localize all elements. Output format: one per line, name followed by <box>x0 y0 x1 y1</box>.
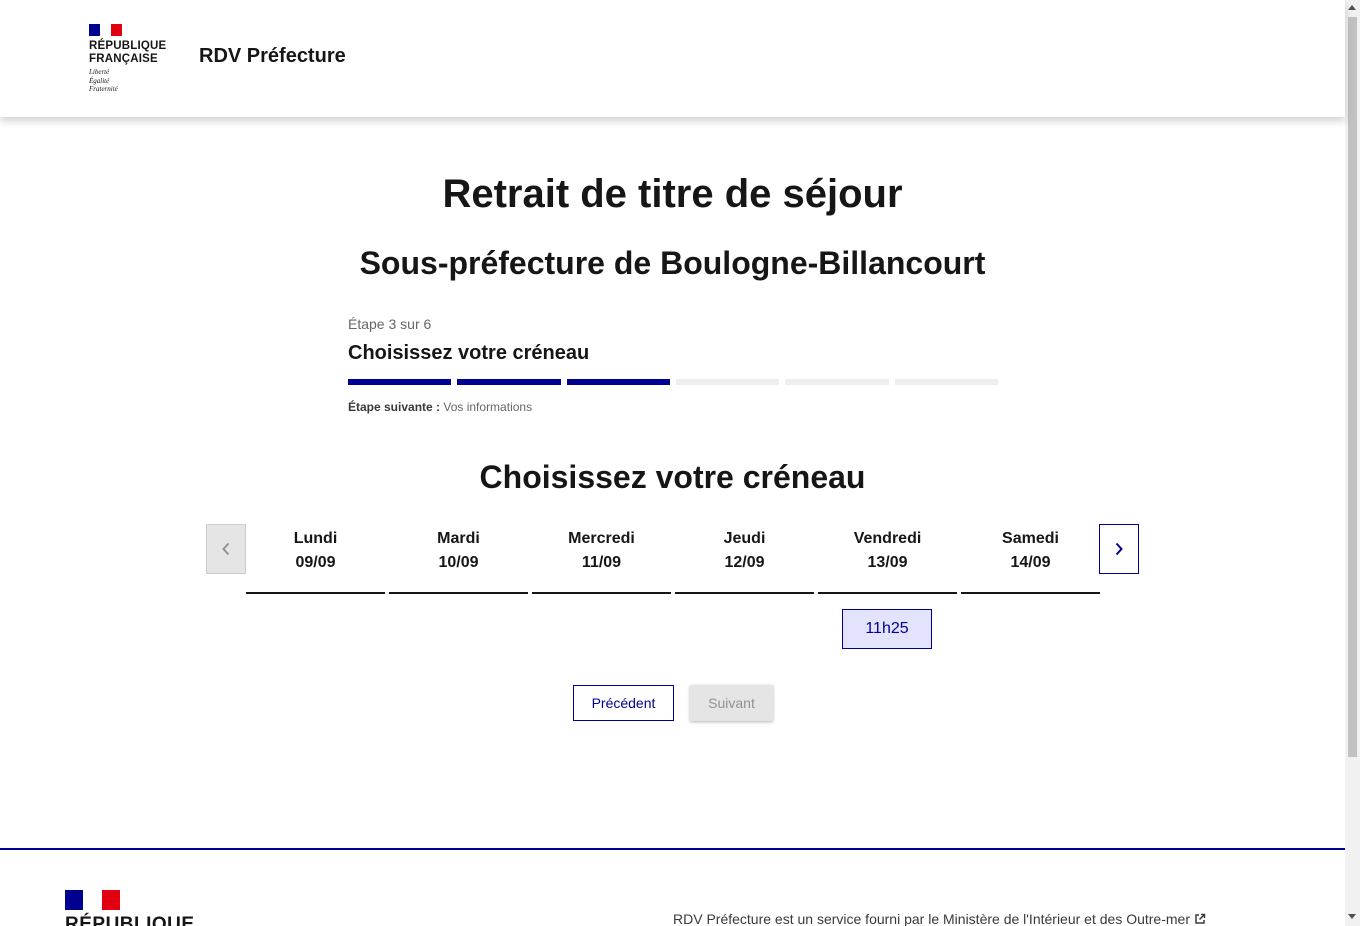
devise-text: Liberté Égalité Fraternité <box>89 68 118 93</box>
republique-text: RÉPUBLIQUE FRANÇAISE <box>89 40 167 65</box>
day-date: 12/09 <box>724 554 765 571</box>
footer-service-link[interactable]: RDV Préfecture est un service fourni par… <box>673 911 1206 926</box>
step-bar-6 <box>894 379 998 385</box>
scroll-down-arrow-icon[interactable] <box>1348 914 1356 919</box>
step-bar-3 <box>566 379 670 385</box>
site-header: RÉPUBLIQUE FRANÇAISE Liberté Égalité Fra… <box>0 0 1345 117</box>
step-bar-2 <box>457 379 561 385</box>
day-date: 11/09 <box>581 554 622 571</box>
previous-week-button[interactable] <box>206 524 246 574</box>
day-name: Jeudi <box>723 530 766 547</box>
chevron-right-icon <box>1115 542 1123 556</box>
step-progress-bars <box>348 379 998 385</box>
day-name: Mardi <box>437 530 480 547</box>
step-title: Choisissez votre créneau <box>348 342 590 364</box>
day-column: Jeudi 12/09 <box>675 524 814 594</box>
stepper: Étape 3 sur 6 Choisissez votre créneau É… <box>348 316 998 414</box>
footer-marianne-flag-icon <box>65 890 120 910</box>
day-date: 14/09 <box>1010 554 1051 571</box>
time-slot-button[interactable]: 11h25 <box>842 609 932 649</box>
marianne-flag-icon <box>89 24 122 36</box>
site-footer: RÉPUBLIQUE RDV Préfecture est un service… <box>0 848 1345 926</box>
day-column: Vendredi 13/09 <box>818 524 957 594</box>
step-next-label: Étape suivante : <box>348 400 441 414</box>
step-bar-5 <box>785 379 889 385</box>
day-column: Samedi 14/09 <box>961 524 1100 594</box>
external-link-icon <box>1195 913 1206 924</box>
day-date: 09/09 <box>295 554 336 571</box>
scroll-up-arrow-icon[interactable] <box>1348 5 1356 10</box>
step-next-value: Vos informations <box>440 400 533 414</box>
step-state: Étape 3 sur 6 <box>348 316 432 332</box>
step-next-info: Étape suivante : Vos informations <box>348 400 998 414</box>
day-name: Samedi <box>1002 530 1059 547</box>
day-column: Mardi 10/09 <box>389 524 528 594</box>
day-date: 13/09 <box>867 554 908 571</box>
footer-service-text: RDV Préfecture est un service fourni par… <box>673 911 1190 926</box>
next-week-button[interactable] <box>1099 524 1139 574</box>
service-title-link[interactable]: RDV Préfecture <box>199 45 346 68</box>
page-title: Retrait de titre de séjour <box>442 172 903 216</box>
chevron-left-icon <box>222 542 230 556</box>
republique-francaise-logo[interactable]: RÉPUBLIQUE FRANÇAISE Liberté Égalité Fra… <box>89 24 179 94</box>
day-column: Mercredi 11/09 <box>532 524 671 594</box>
calendar-title: Choisissez votre créneau <box>479 459 866 495</box>
days-row: Lundi 09/09 Mardi 10/09 Mercredi 11/09 J… <box>246 524 1100 594</box>
step-bar-4 <box>675 379 780 385</box>
previous-button[interactable]: Précédent <box>573 685 674 721</box>
page-subtitle: Sous-préfecture de Boulogne-Billancourt <box>359 245 986 281</box>
scroll-thumb[interactable] <box>1348 17 1357 757</box>
day-column: Lundi 09/09 <box>246 524 385 594</box>
page-scrollbar[interactable] <box>1345 0 1360 926</box>
day-date: 10/09 <box>438 554 479 571</box>
next-button[interactable]: Suivant <box>690 685 773 721</box>
day-name: Lundi <box>293 530 338 547</box>
day-name: Vendredi <box>853 530 922 547</box>
day-name: Mercredi <box>568 530 635 547</box>
step-bar-1 <box>348 379 452 385</box>
footer-republique-text[interactable]: RÉPUBLIQUE <box>65 914 195 926</box>
